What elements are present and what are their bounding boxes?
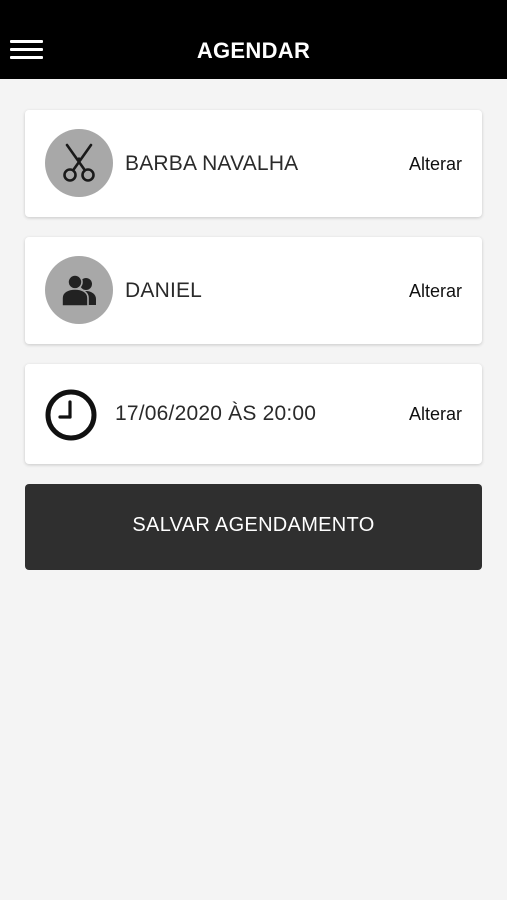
save-appointment-button[interactable]: SALVAR AGENDAMENTO — [25, 484, 482, 570]
users-icon — [61, 274, 96, 307]
professional-card: DANIEL Alterar — [25, 237, 482, 344]
app-header: AGENDAR — [0, 0, 507, 79]
appointment-datetime: 17/06/2020 ÀS 20:00 — [115, 402, 317, 425]
change-service-link[interactable]: Alterar — [409, 154, 462, 175]
professional-avatar — [45, 256, 113, 324]
clock-icon — [45, 389, 97, 441]
page-title: AGENDAR — [196, 38, 311, 63]
service-name: BARBA NAVALHA — [125, 152, 299, 175]
datetime-card: 17/06/2020 ÀS 20:00 Alterar — [25, 364, 482, 464]
change-professional-link[interactable]: Alterar — [409, 281, 462, 302]
service-avatar — [45, 129, 113, 197]
service-card: BARBA NAVALHA Alterar — [25, 110, 482, 217]
scissors-icon — [63, 143, 95, 182]
change-datetime-link[interactable]: Alterar — [409, 404, 462, 425]
professional-name: DANIEL — [125, 279, 203, 302]
